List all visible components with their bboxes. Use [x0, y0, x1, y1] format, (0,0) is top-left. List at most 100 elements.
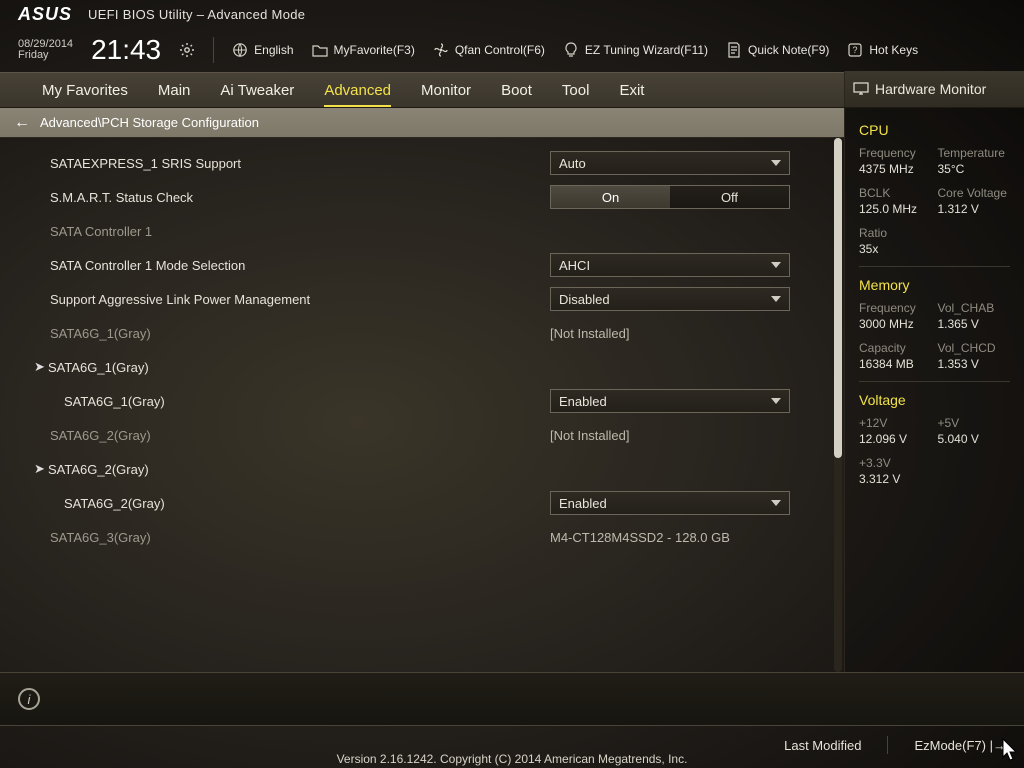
hardware-monitor-header: Hardware Monitor: [844, 71, 1024, 107]
tab-tool[interactable]: Tool: [562, 82, 590, 107]
vol-chcd-k: Vol_CHCD: [938, 341, 1011, 355]
vol-chab-v: 1.365 V: [938, 317, 1011, 331]
cap-k: Capacity: [859, 341, 932, 355]
folder-icon: [312, 42, 328, 58]
hotkeys-button[interactable]: ? Hot Keys: [847, 42, 918, 58]
vol-chcd-v: 1.353 V: [938, 357, 1011, 371]
back-arrow-icon[interactable]: ←: [14, 114, 30, 132]
tab-my-favorites[interactable]: My Favorites: [42, 82, 128, 107]
port1-info-value: [Not Installed]: [550, 326, 795, 341]
smart-toggle[interactable]: On Off: [550, 185, 790, 209]
tab-main[interactable]: Main: [158, 82, 191, 107]
qfan-button[interactable]: Qfan Control(F6): [433, 42, 545, 58]
monitor-icon: [853, 81, 869, 97]
ezmode-button[interactable]: EzMode(F7) |→: [914, 738, 1006, 753]
quicknote-button[interactable]: Quick Note(F9): [726, 42, 829, 58]
aggr-dropdown[interactable]: Disabled: [550, 287, 790, 311]
row-port1-info: SATA6G_1(Gray) [Not Installed]: [0, 316, 832, 350]
smart-label: S.M.A.R.T. Status Check: [50, 190, 550, 205]
bclk-v: 125.0 MHz: [859, 202, 932, 216]
ctrl1-mode-dropdown[interactable]: AHCI: [550, 253, 790, 277]
settings-body: SATAEXPRESS_1 SRIS Support Auto S.M.A.R.…: [0, 138, 832, 672]
mem-freq-v: 3000 MHz: [859, 317, 932, 331]
cap-v: 16384 MB: [859, 357, 932, 371]
row-ctrl1-mode: SATA Controller 1 Mode Selection AHCI: [0, 248, 832, 282]
qfan-label: Qfan Control(F6): [455, 43, 545, 57]
hotkeys-label: Hot Keys: [869, 43, 918, 57]
language-button[interactable]: English: [232, 42, 293, 58]
chevron-down-icon: [771, 398, 781, 404]
separator: [213, 37, 214, 63]
info-bar: i: [0, 672, 1024, 726]
breadcrumb[interactable]: ← Advanced\PCH Storage Configuration: [0, 108, 844, 138]
tab-monitor[interactable]: Monitor: [421, 82, 471, 107]
chevron-right-icon: ➤: [34, 461, 48, 477]
toolbar: 08/29/2014 Friday 21:43 English MyFavori…: [0, 28, 1024, 72]
language-label: English: [254, 43, 293, 57]
myfavorite-label: MyFavorite(F3): [334, 43, 415, 57]
myfavorite-button[interactable]: MyFavorite(F3): [312, 42, 415, 58]
row-port1-enable: SATA6G_1(Gray) Enabled: [0, 384, 832, 418]
aggr-value: Disabled: [559, 292, 610, 307]
chevron-down-icon: [771, 296, 781, 302]
mem-freq-k: Frequency: [859, 301, 932, 315]
eztuning-button[interactable]: EZ Tuning Wizard(F11): [563, 42, 708, 58]
row-port2-enable: SATA6G_2(Gray) Enabled: [0, 486, 832, 520]
cpu-freq-v: 4375 MHz: [859, 162, 932, 176]
brand-logo: ASUS: [18, 4, 72, 25]
row-smart: S.M.A.R.T. Status Check On Off: [0, 180, 832, 214]
day-text: Friday: [18, 50, 73, 61]
cursor-icon: [1002, 738, 1020, 762]
memory-heading: Memory: [859, 277, 1010, 293]
row-aggr: Support Aggressive Link Power Management…: [0, 282, 832, 316]
chevron-down-icon: [771, 262, 781, 268]
port2-enable-value: Enabled: [559, 496, 607, 511]
port1-enable-value: Enabled: [559, 394, 607, 409]
bulb-icon: [563, 42, 579, 58]
cpu-heading: CPU: [859, 122, 1010, 138]
voltage-heading: Voltage: [859, 392, 1010, 408]
sataexpress-dropdown[interactable]: Auto: [550, 151, 790, 175]
port2-info-value: [Not Installed]: [550, 428, 795, 443]
svg-text:?: ?: [853, 45, 858, 55]
note-icon: [726, 42, 742, 58]
row-port2-expand[interactable]: ➤ SATA6G_2(Gray): [0, 452, 832, 486]
sataexpress-value: Auto: [559, 156, 586, 171]
last-modified-button[interactable]: Last Modified: [784, 738, 861, 753]
row-port1-expand[interactable]: ➤ SATA6G_1(Gray): [0, 350, 832, 384]
info-icon: i: [18, 688, 40, 710]
port1-enable-label: SATA6G_1(Gray): [64, 394, 550, 409]
port2-enable-dropdown[interactable]: Enabled: [550, 491, 790, 515]
tab-advanced[interactable]: Advanced: [324, 82, 391, 107]
ctrl1-mode-label: SATA Controller 1 Mode Selection: [50, 258, 550, 273]
sataexpress-label: SATAEXPRESS_1 SRIS Support: [50, 156, 550, 171]
corev-v: 1.312 V: [938, 202, 1011, 216]
cpu-temp-v: 35°C: [938, 162, 1011, 176]
ratio-k: Ratio: [859, 226, 932, 240]
port3-value: M4-CT128M4SSD2 - 128.0 GB: [550, 530, 795, 545]
aggr-label: Support Aggressive Link Power Management: [50, 292, 550, 307]
row-ctrl1-header: SATA Controller 1: [0, 214, 832, 248]
smart-off[interactable]: Off: [670, 186, 789, 208]
corev-k: Core Voltage: [938, 186, 1011, 200]
tab-ai-tweaker[interactable]: Ai Tweaker: [220, 82, 294, 107]
v5-v: 5.040 V: [938, 432, 1011, 446]
port1-expand-label: SATA6G_1(Gray): [48, 360, 548, 375]
row-sataexpress: SATAEXPRESS_1 SRIS Support Auto: [0, 146, 832, 180]
chevron-right-icon: ➤: [34, 359, 48, 375]
cpu-temp-k: Temperature: [938, 146, 1011, 160]
breadcrumb-path: Advanced\PCH Storage Configuration: [40, 115, 259, 130]
v12-v: 12.096 V: [859, 432, 932, 446]
chevron-down-icon: [771, 160, 781, 166]
scrollbar[interactable]: [834, 138, 842, 672]
globe-icon: [232, 42, 248, 58]
scrollbar-thumb[interactable]: [834, 138, 842, 458]
gear-icon[interactable]: [179, 42, 195, 58]
tab-boot[interactable]: Boot: [501, 82, 532, 107]
smart-on[interactable]: On: [551, 186, 670, 208]
ratio-v: 35x: [859, 242, 932, 256]
fan-icon: [433, 42, 449, 58]
tab-exit[interactable]: Exit: [619, 82, 644, 107]
ctrl1-mode-value: AHCI: [559, 258, 590, 273]
port1-enable-dropdown[interactable]: Enabled: [550, 389, 790, 413]
